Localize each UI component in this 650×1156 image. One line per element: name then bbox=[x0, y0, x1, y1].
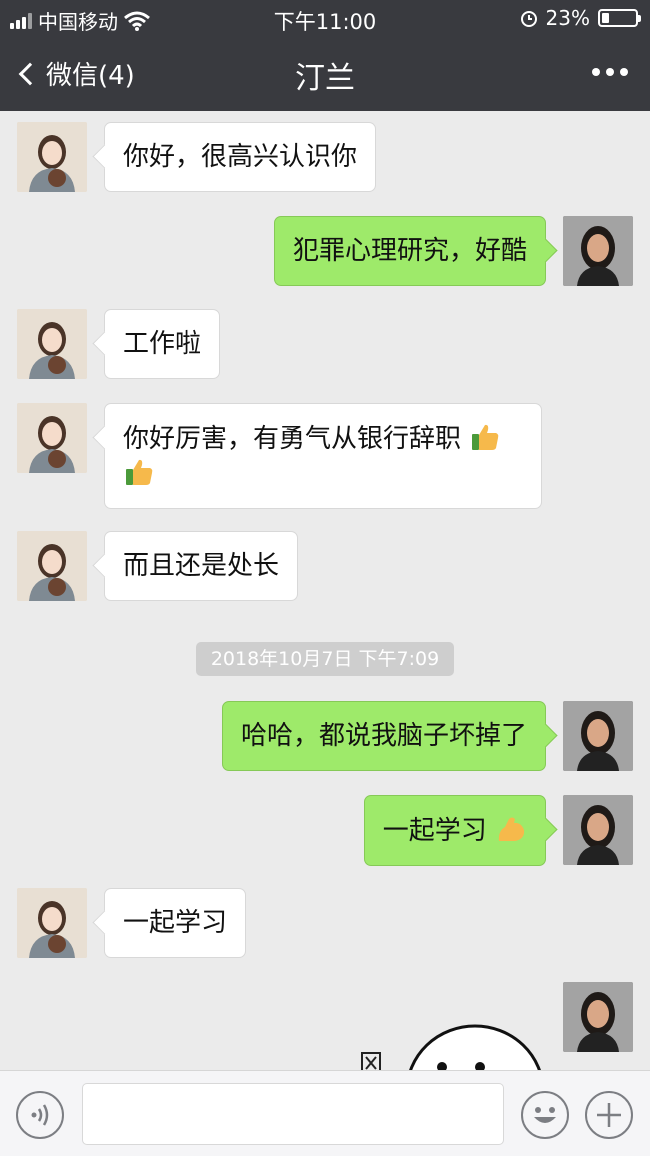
sticker-image[interactable] bbox=[360, 1021, 550, 1070]
message-text: 你好厉害，有勇气从银行辞职 bbox=[123, 424, 462, 454]
status-bar: 中国移动 下午11:00 23% bbox=[0, 0, 650, 36]
message-bubble-incoming[interactable]: 你好厉害，有勇气从银行辞职 bbox=[104, 403, 542, 509]
more-functions-button[interactable] bbox=[585, 1091, 633, 1139]
header: 中国移动 下午11:00 23% 微信(4) 汀兰 bbox=[0, 0, 650, 111]
message-text: 一起学习 bbox=[382, 816, 487, 846]
message-bubble-incoming[interactable]: 而且还是处长 bbox=[104, 531, 299, 601]
chat-title: 汀兰 bbox=[295, 61, 355, 96]
contact-avatar[interactable] bbox=[17, 888, 87, 958]
thumbs-up-icon bbox=[472, 424, 499, 450]
message-bubble-incoming[interactable]: 你好，很高兴认识你 bbox=[104, 122, 377, 192]
chat-area[interactable]: 你好，很高兴认识你 犯罪心理研究，好酷 工作啦 你好厉害，有勇气从银行辞职 而且… bbox=[0, 111, 650, 1070]
smiley-icon bbox=[534, 1107, 556, 1123]
input-bar bbox=[0, 1070, 650, 1156]
contact-avatar[interactable] bbox=[17, 403, 87, 473]
dot-icon bbox=[606, 68, 614, 76]
nav-bar: 微信(4) 汀兰 bbox=[0, 36, 650, 111]
voice-input-button[interactable] bbox=[16, 1091, 64, 1139]
message-bubble-incoming[interactable]: 一起学习 bbox=[104, 888, 247, 958]
dot-icon bbox=[592, 68, 600, 76]
battery-fill bbox=[602, 13, 609, 23]
message-input[interactable] bbox=[82, 1083, 504, 1145]
my-avatar[interactable] bbox=[563, 701, 633, 771]
my-avatar[interactable] bbox=[563, 982, 633, 1052]
contact-avatar[interactable] bbox=[17, 309, 87, 379]
message-bubble-outgoing[interactable]: 犯罪心理研究，好酷 bbox=[273, 216, 546, 286]
my-avatar[interactable] bbox=[563, 795, 633, 865]
timestamp-label: 2018年10月7日 下午7:09 bbox=[196, 642, 454, 676]
battery-icon bbox=[598, 9, 641, 27]
thumbs-up-icon bbox=[126, 459, 153, 485]
plus-icon bbox=[597, 1103, 621, 1127]
message-bubble-incoming[interactable]: 工作啦 bbox=[104, 309, 221, 379]
voice-icon bbox=[31, 1104, 49, 1126]
dot-icon bbox=[620, 68, 628, 76]
more-options-button[interactable] bbox=[592, 68, 628, 76]
alarm-icon bbox=[520, 11, 537, 27]
battery-percent: 23% bbox=[545, 6, 590, 30]
contact-avatar[interactable] bbox=[17, 122, 87, 192]
flexed-biceps-icon bbox=[498, 817, 525, 841]
contact-avatar[interactable] bbox=[17, 531, 87, 601]
message-bubble-outgoing[interactable]: 一起学习 bbox=[363, 795, 546, 866]
emoji-button[interactable] bbox=[521, 1091, 569, 1139]
my-avatar[interactable] bbox=[563, 216, 633, 286]
message-bubble-outgoing[interactable]: 哈哈，都说我脑子坏掉了 bbox=[221, 701, 546, 771]
